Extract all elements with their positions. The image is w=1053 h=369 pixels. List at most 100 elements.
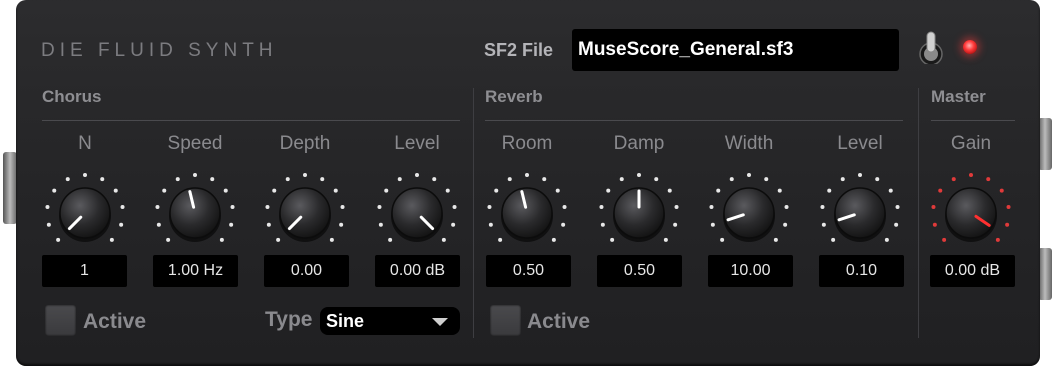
chorus-active-label: Active <box>83 310 147 333</box>
knob-scale-dot <box>821 222 826 227</box>
knob-scale-dot <box>610 237 615 242</box>
knob-scale-dot <box>45 205 50 210</box>
knob-scale-dot <box>747 173 751 177</box>
knob-scale-dot <box>340 205 345 210</box>
knob-scale-dot <box>783 222 788 227</box>
knob-scale-dot <box>599 205 604 210</box>
knob-scale-dot <box>710 222 715 227</box>
chorus-divider <box>42 120 460 121</box>
knob-scale-dot <box>155 205 160 210</box>
knob-label-damp: Damp <box>613 133 665 154</box>
plugin-title: DIE FLUID SYNTH <box>41 40 278 61</box>
knob-label-depth: Depth <box>279 133 331 154</box>
chorus-n-knob[interactable] <box>40 168 130 258</box>
knob-scale-dot <box>561 222 566 227</box>
chorus-active-checkbox[interactable] <box>45 305 76 336</box>
reverb-level-value[interactable]: 0.10 <box>819 255 904 287</box>
chorus-depth-value[interactable]: 0.00 <box>264 255 349 287</box>
reverb-width-knob[interactable] <box>704 168 794 258</box>
reverb-level-knob[interactable] <box>815 168 905 258</box>
knob-scale-dot <box>445 188 450 193</box>
knob-scale-dot <box>673 222 678 227</box>
knob-scale-dot <box>229 222 234 227</box>
chevron-down-icon <box>432 318 448 326</box>
chorus-n-value[interactable]: 1 <box>42 255 127 287</box>
knob-scale-dot <box>441 237 446 242</box>
master-gain-value[interactable]: 0.00 dB <box>930 255 1015 287</box>
right-output-jack-top <box>1038 118 1052 170</box>
power-toggle-switch-icon[interactable] <box>918 30 944 64</box>
knob-scale-dot <box>432 177 437 182</box>
knob-scale-dot <box>223 188 228 193</box>
knob-scale-dot <box>888 188 893 193</box>
knob-scale-dot <box>120 205 125 210</box>
knob-scale-dot <box>777 188 782 193</box>
knob-scale-dot <box>415 173 419 177</box>
chorus-type-dropdown[interactable]: Sine <box>320 307 460 335</box>
sf2-file-label: SF2 File <box>484 40 554 60</box>
knob-scale-dot <box>488 222 493 227</box>
reverb-section-label: Reverb <box>485 87 543 106</box>
knob-scale-dot <box>999 188 1004 193</box>
knob-scale-dot <box>942 237 947 242</box>
knob-scale-dot <box>175 177 180 182</box>
knob-body <box>501 187 553 239</box>
knob-scale-dot <box>65 177 70 182</box>
knob-scale-dot <box>384 188 389 193</box>
knob-scale-dot <box>667 188 672 193</box>
knob-scale-dot <box>452 205 457 210</box>
reverb-damp-value[interactable]: 0.50 <box>597 255 682 287</box>
reverb-room-knob[interactable] <box>482 168 572 258</box>
knob-label-chorus-level: Level <box>394 133 440 154</box>
knob-scale-dot <box>397 177 402 182</box>
knob-label-n: N <box>78 133 92 154</box>
knob-scale-dot <box>119 222 124 227</box>
knob-scale-dot <box>674 205 679 210</box>
knob-scale-dot <box>487 205 492 210</box>
reverb-room-value[interactable]: 0.50 <box>486 255 571 287</box>
knob-scale-dot <box>52 188 57 193</box>
knob-scale-dot <box>875 177 880 182</box>
knob-scale-dot <box>272 188 277 193</box>
knob-scale-dot <box>113 188 118 193</box>
knob-scale-dot <box>784 205 789 210</box>
knob-scale-dot <box>285 177 290 182</box>
knob-label-gain: Gain <box>950 133 992 154</box>
knob-scale-dot <box>555 188 560 193</box>
knob-scale-dot <box>663 237 668 242</box>
right-output-jack-bottom <box>1038 248 1052 300</box>
knob-scale-dot <box>969 173 973 177</box>
section-separator <box>918 88 919 338</box>
knob-scale-dot <box>773 237 778 242</box>
chorus-level-value[interactable]: 0.00 dB <box>375 255 460 287</box>
sf2-file-field[interactable]: MuseScore_General.sf3 <box>572 29 899 71</box>
knob-scale-dot <box>716 188 721 193</box>
knob-scale-dot <box>230 205 235 210</box>
knob-scale-dot <box>986 177 991 182</box>
status-led-icon <box>963 40 977 54</box>
knob-scale-dot <box>1005 222 1010 227</box>
knob-label-width: Width <box>724 133 774 154</box>
master-divider <box>931 120 1015 121</box>
knob-scale-dot <box>507 177 512 182</box>
knob-body <box>723 187 775 239</box>
reverb-width-value[interactable]: 10.00 <box>708 255 793 287</box>
chorus-level-knob[interactable] <box>372 168 462 258</box>
knob-scale-dot <box>1006 205 1011 210</box>
chorus-section-label: Chorus <box>42 87 102 106</box>
reverb-active-checkbox[interactable] <box>490 305 521 336</box>
reverb-damp-knob[interactable] <box>594 168 684 258</box>
chorus-speed-knob[interactable] <box>150 168 240 258</box>
chorus-type-value: Sine <box>326 311 365 331</box>
knob-scale-dot <box>166 237 171 242</box>
knob-scale-dot <box>858 173 862 177</box>
knob-scale-dot <box>451 222 456 227</box>
knob-scale-dot <box>894 222 899 227</box>
chorus-depth-knob[interactable] <box>260 168 350 258</box>
knob-body <box>391 187 443 239</box>
knob-scale-dot <box>377 205 382 210</box>
chorus-speed-value[interactable]: 1.00 Hz <box>153 255 238 287</box>
knob-scale-dot <box>562 205 567 210</box>
master-gain-knob[interactable] <box>926 168 1016 258</box>
knob-scale-dot <box>551 237 556 242</box>
